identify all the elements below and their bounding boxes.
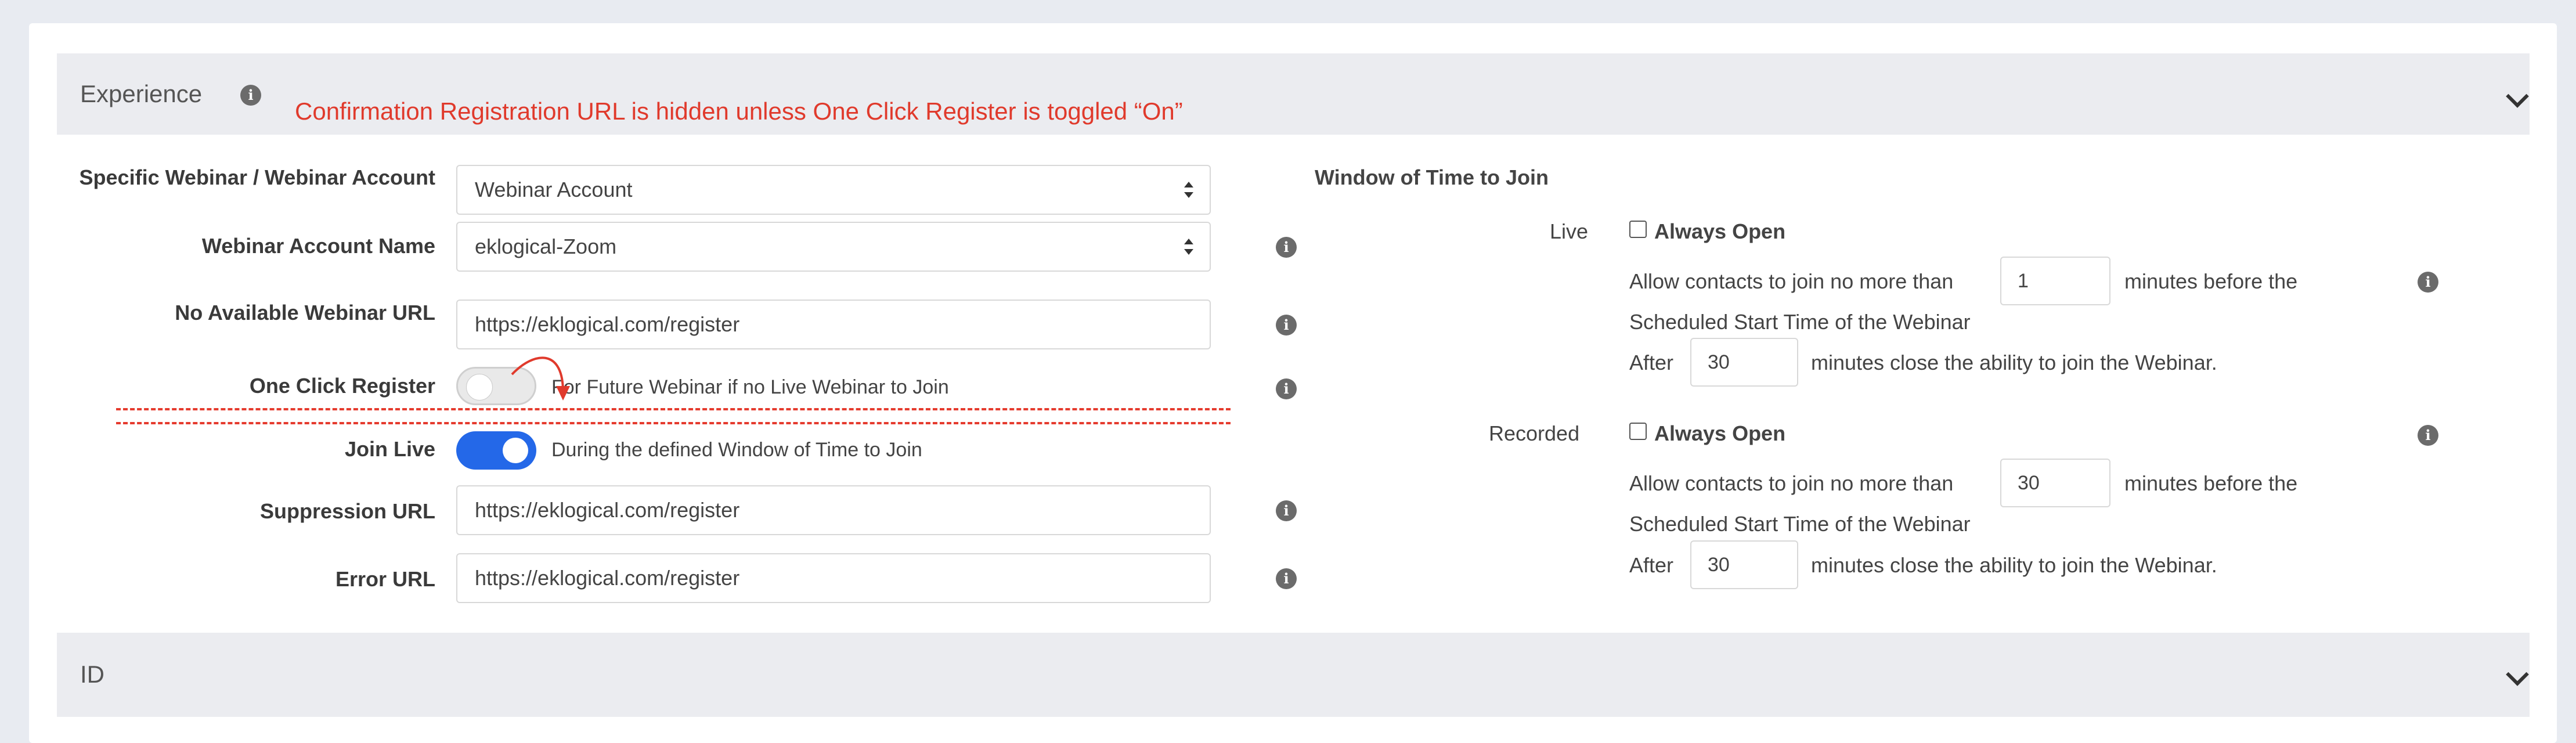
error-url-label: Error URL	[335, 567, 435, 591]
info-icon[interactable]: i	[1276, 568, 1297, 589]
live-allow-text: Allow contacts to join no more than	[1629, 269, 1954, 293]
no-available-url-value: https://eklogical.com/register	[475, 312, 740, 336]
window-title: Window of Time to Join	[1315, 165, 1549, 189]
live-label: Live	[1550, 219, 1589, 243]
no-available-url-label: No Available Webinar URL	[175, 301, 435, 324]
info-icon[interactable]: i	[1276, 378, 1297, 399]
recorded-always-open-checkbox[interactable]	[1629, 423, 1647, 440]
error-url-input[interactable]: https://eklogical.com/register	[456, 553, 1211, 603]
recorded-before-minutes-input[interactable]: 30	[2000, 459, 2110, 507]
join-live-toggle[interactable]	[456, 431, 536, 470]
info-icon[interactable]: i	[1276, 500, 1297, 521]
specific-webinar-value: Webinar Account	[475, 178, 633, 201]
info-icon[interactable]: i	[2418, 425, 2438, 446]
chevron-down-icon[interactable]	[2506, 663, 2529, 686]
live-always-open-checkbox[interactable]	[1629, 221, 1647, 238]
recorded-before-value: 30	[2018, 471, 2040, 494]
hidden-field-placeholder	[116, 408, 1231, 424]
one-click-register-label: One Click Register	[249, 374, 435, 398]
info-icon[interactable]: i	[1276, 237, 1297, 258]
recorded-after-minutes-input[interactable]: 30	[1690, 540, 1798, 589]
toggle-knob	[503, 438, 528, 463]
specific-webinar-label: Specific Webinar / Webinar Account	[79, 165, 435, 189]
recorded-after-value: 30	[1708, 553, 1730, 576]
toggle-knob	[466, 374, 493, 401]
error-url-value: https://eklogical.com/register	[475, 566, 740, 590]
recorded-label: Recorded	[1489, 421, 1580, 445]
suppression-url-value: https://eklogical.com/register	[475, 498, 740, 522]
join-live-label: Join Live	[344, 437, 435, 461]
red-arrow-annotation	[511, 356, 570, 401]
recorded-always-open-label: Always Open	[1654, 421, 1786, 445]
main-card: Experience i Confirmation Registration U…	[29, 23, 2557, 743]
live-after-minutes-input[interactable]: 30	[1690, 338, 1798, 387]
live-after-value: 30	[1708, 351, 1730, 373]
annotation-text: Confirmation Registration URL is hidden …	[295, 98, 1183, 125]
select-arrows-icon	[1184, 182, 1193, 198]
live-before-suffix: minutes before the	[2124, 269, 2298, 293]
select-arrows-icon	[1184, 239, 1193, 255]
chevron-down-icon[interactable]	[2506, 85, 2529, 108]
one-click-register-text: For Future Webinar if no Live Webinar to…	[551, 376, 949, 398]
account-name-select[interactable]: eklogical-Zoom	[456, 222, 1211, 272]
live-before-value: 1	[2018, 269, 2029, 292]
recorded-after-suffix: minutes close the ability to join the We…	[1811, 553, 2217, 577]
live-after-suffix: minutes close the ability to join the We…	[1811, 351, 2217, 374]
specific-webinar-select[interactable]: Webinar Account	[456, 165, 1211, 215]
info-icon[interactable]: i	[240, 85, 261, 106]
recorded-before-suffix: minutes before the	[2124, 471, 2298, 495]
live-before-minutes-input[interactable]: 1	[2000, 257, 2110, 305]
live-always-open-label: Always Open	[1654, 219, 1786, 243]
suppression-url-label: Suppression URL	[259, 499, 435, 523]
join-live-text: During the defined Window of Time to Joi…	[551, 439, 922, 461]
live-scheduled-text: Scheduled Start Time of the Webinar	[1629, 310, 1971, 334]
recorded-scheduled-text: Scheduled Start Time of the Webinar	[1629, 512, 1971, 536]
live-after-label: After	[1629, 351, 1674, 374]
info-icon[interactable]: i	[2418, 272, 2438, 293]
suppression-url-input[interactable]: https://eklogical.com/register	[456, 485, 1211, 535]
id-section-header[interactable]: ID	[57, 633, 2530, 717]
experience-title: Experience	[80, 80, 203, 107]
account-name-value: eklogical-Zoom	[475, 235, 617, 258]
recorded-after-label: After	[1629, 553, 1674, 577]
info-icon[interactable]: i	[1276, 315, 1297, 336]
account-name-label: Webinar Account Name	[201, 234, 435, 258]
id-title: ID	[80, 661, 104, 688]
no-available-url-input[interactable]: https://eklogical.com/register	[456, 300, 1211, 349]
recorded-allow-text: Allow contacts to join no more than	[1629, 471, 1954, 495]
